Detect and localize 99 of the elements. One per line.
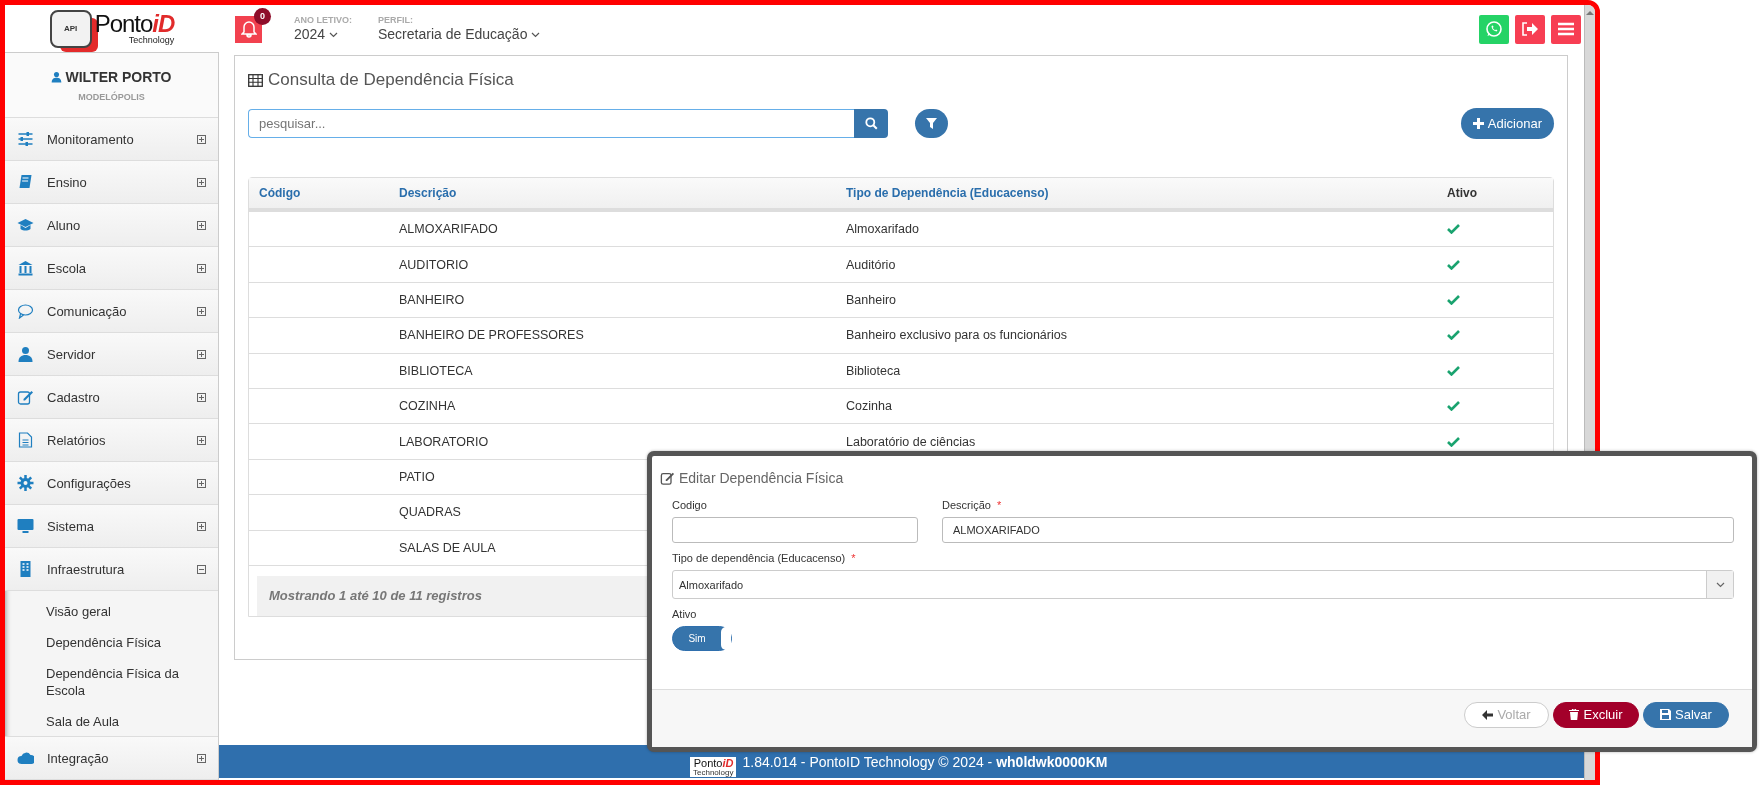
table-cell: COZINHA (399, 399, 456, 414)
phone-chat-icon (1485, 20, 1503, 38)
footer-logo-tagline: Technology (693, 768, 734, 777)
field-label: Descrição (942, 499, 991, 511)
table-cell: Auditório (846, 257, 896, 272)
column-header[interactable]: Descrição (399, 186, 457, 200)
table-cell: Almoxarifado (846, 222, 919, 237)
add-button[interactable]: Adicionar (1460, 108, 1554, 139)
page-title: Consulta de Dependência Física (268, 70, 514, 90)
table-cell: QUADRAS (399, 505, 461, 520)
profile-select[interactable]: Secretaria de Educação (378, 26, 541, 43)
user-icon (51, 70, 63, 83)
required-mark: * (851, 552, 856, 564)
table-cell: Banheiro exclusivo para os funcionários (846, 328, 1067, 343)
chevron-down-icon (531, 32, 541, 39)
sidebar-item[interactable]: Relatórios (5, 419, 218, 462)
edit-icon (17, 389, 34, 405)
gear-icon (17, 475, 34, 491)
bank-building-icon (17, 260, 34, 276)
field-label: Tipo de dependência (Educacenso) (672, 552, 846, 564)
chevron-down-icon (1715, 581, 1725, 588)
table-cell: BANHEIRO (399, 292, 465, 307)
field-label: Codigo (672, 499, 707, 511)
sidebar-item[interactable]: Cadastro (5, 376, 218, 419)
search-button[interactable] (854, 109, 888, 138)
cloud-icon (17, 750, 34, 766)
table-cell: ALMOXARIFADO (399, 222, 498, 237)
active-toggle[interactable]: Sim (672, 626, 732, 651)
scroll-up-icon[interactable] (1586, 10, 1594, 15)
sidebar-item[interactable]: Servidor (5, 333, 218, 376)
notification-count: 0 (254, 7, 271, 25)
column-header[interactable]: Tipo de Dependência (Educacenso) (846, 186, 1049, 200)
text-input[interactable]: ALMOXARIFADO (942, 517, 1734, 543)
sidebar-item[interactable]: Sistema (5, 505, 218, 548)
user-name: WILTER PORTO (65, 68, 172, 85)
year-select[interactable]: 2024 (294, 26, 352, 43)
sidebar-item[interactable]: Ensino (5, 161, 218, 204)
sidebar-item[interactable]: Aluno (5, 204, 218, 247)
table-cell: LABORATORIO (399, 434, 489, 449)
sliders-icon (17, 131, 34, 147)
menu-icon (1558, 22, 1574, 36)
table-cell: SALAS DE AULA (399, 540, 496, 555)
logout-button[interactable] (1515, 14, 1545, 44)
filter-button[interactable] (915, 109, 948, 138)
document-icon (17, 432, 34, 448)
table-cell: PATIO (399, 469, 435, 484)
search-field[interactable]: pesquisar... (248, 109, 854, 138)
delete-button[interactable]: Excluir (1553, 701, 1639, 728)
logo-name: PontoiD (94, 12, 175, 36)
user-icon (17, 346, 34, 362)
sidebar-item[interactable]: Configurações (5, 462, 218, 505)
sidebar-item[interactable]: Integração (5, 737, 218, 780)
notifications-button[interactable] (235, 15, 262, 43)
save-button[interactable]: Salvar (1643, 701, 1729, 728)
table-cell: Laboratório de ciências (846, 434, 976, 449)
table-cell: AUDITORIO (399, 257, 469, 272)
sidebar-item[interactable]: Monitoramento (5, 118, 218, 161)
field-label: Ativo (672, 608, 697, 620)
logout-icon (1521, 21, 1539, 37)
graduation-cap-icon (17, 217, 34, 233)
bell-icon (240, 20, 257, 38)
footer-text: 1.84.014 - PontoID Technology © 2024 - wh0ldwk0000KM (742, 753, 1108, 770)
profile-label: PERFIL: (378, 15, 414, 26)
user-city: MODELÓPOLIS (78, 91, 145, 102)
filter-icon (926, 118, 937, 129)
table-cell: Biblioteca (846, 363, 901, 378)
text-input[interactable] (672, 517, 918, 543)
search-icon (864, 117, 878, 130)
speech-bubble-icon (17, 303, 34, 319)
footer-logo: PontoiD (693, 757, 734, 769)
pagination-summary: Mostrando 1 até 10 de 11 registros (269, 588, 482, 604)
year-label: ANO LETIVO: (294, 15, 352, 26)
column-header[interactable]: Código (259, 186, 301, 200)
table-cell: Cozinha (846, 399, 892, 414)
sidebar-item[interactable]: Comunicação (5, 290, 218, 333)
table-cell: BANHEIRO DE PROFESSORES (399, 328, 584, 343)
sidebar-subitem[interactable]: Visão geral (46, 603, 186, 620)
column-header[interactable]: Ativo (1447, 186, 1477, 200)
sidebar-item[interactable]: Escola (5, 247, 218, 290)
trash-icon (1569, 709, 1580, 720)
book-icon (17, 174, 34, 190)
required-mark: * (996, 499, 1002, 511)
sidebar-item[interactable]: Infraestrutura (5, 548, 218, 591)
sidebar-subitem[interactable]: Dependência Física da Escola (46, 665, 186, 699)
edit-icon (660, 471, 675, 485)
dialog-title: Editar Dependência Física (679, 470, 844, 486)
table-icon (248, 73, 263, 87)
plus-icon (1472, 118, 1484, 129)
sidebar-subitem[interactable]: Sala de Aula (46, 713, 186, 730)
table-cell: Banheiro (846, 292, 897, 307)
chevron-down-icon (329, 32, 339, 39)
logo-tagline: Technology (128, 36, 175, 45)
monitor-icon (17, 518, 34, 534)
chat-button[interactable] (1479, 14, 1509, 44)
type-select[interactable]: Almoxarifado (672, 570, 1734, 599)
menu-button[interactable] (1551, 14, 1581, 44)
sidebar-subitem[interactable]: Dependência Física (46, 634, 186, 651)
arrow-left-icon (1482, 709, 1494, 720)
table-cell: BIBLIOTECA (399, 363, 473, 378)
